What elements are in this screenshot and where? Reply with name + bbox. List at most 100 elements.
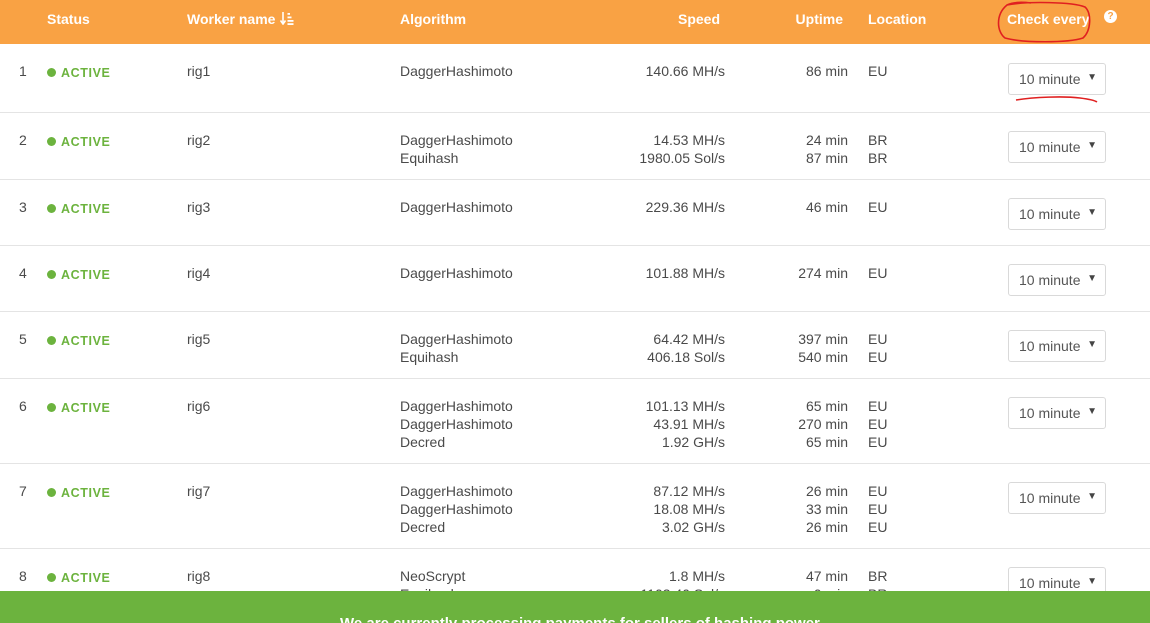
row-number: 1 bbox=[19, 63, 27, 79]
status-badge: ACTIVE bbox=[47, 332, 110, 350]
speed-value: 101.88 MH/s bbox=[645, 265, 725, 281]
location-value: EU bbox=[868, 398, 888, 414]
uptime-list: 397 min 540 min bbox=[798, 330, 848, 366]
algorithm-list: DaggerHashimoto bbox=[400, 264, 513, 282]
speed-list: 101.88 MH/s bbox=[646, 264, 725, 282]
location-value: EU bbox=[868, 331, 888, 347]
location-list: BR BR bbox=[868, 131, 887, 167]
check-interval-value: 10 minute bbox=[1019, 139, 1081, 155]
check-interval-value: 10 minute bbox=[1019, 575, 1081, 591]
uptime-value: 87 min bbox=[805, 150, 848, 166]
uptime-value: 274 min bbox=[798, 265, 848, 281]
algorithm-list: DaggerHashimoto Equihash bbox=[400, 131, 513, 167]
check-interval-value: 10 minute bbox=[1019, 272, 1081, 288]
header-status[interactable]: Status bbox=[47, 11, 90, 27]
worker-name: rig3 bbox=[187, 199, 211, 215]
location-list: EU bbox=[868, 264, 887, 282]
check-interval-select[interactable]: 10 minute ▼ bbox=[1008, 330, 1106, 362]
speed-list: 229.36 MH/s bbox=[646, 198, 725, 216]
location-list: EU EU EU bbox=[868, 397, 887, 451]
speed-value: 18.08 MH/s bbox=[653, 501, 725, 517]
location-list: EU bbox=[868, 62, 887, 80]
status-dot-icon bbox=[47, 573, 56, 582]
algorithm-list: DaggerHashimoto bbox=[400, 198, 513, 216]
check-interval-select[interactable]: 10 minute ▼ bbox=[1008, 482, 1106, 514]
algorithm-list: DaggerHashimoto DaggerHashimoto Decred bbox=[400, 482, 513, 536]
uptime-list: 46 min bbox=[806, 198, 848, 216]
algorithm: Decred bbox=[400, 434, 446, 450]
status-badge: ACTIVE bbox=[47, 569, 110, 587]
table-row: 3 ACTIVE rig3 DaggerHashimoto 229.36 MH/s 46 … bbox=[0, 180, 1150, 246]
check-interval-select[interactable]: 10 minute ▼ bbox=[1008, 63, 1106, 95]
status-label: ACTIVE bbox=[61, 401, 111, 415]
caret-down-icon: ▼ bbox=[1087, 339, 1097, 350]
worker-name: rig7 bbox=[187, 483, 211, 499]
header-check-every[interactable]: Check every bbox=[1007, 11, 1090, 27]
uptime-value: 65 min bbox=[805, 434, 848, 450]
algorithm: DaggerHashimoto bbox=[400, 331, 513, 347]
uptime-value: 86 min bbox=[805, 63, 848, 79]
uptime-value: 65 min bbox=[805, 398, 848, 414]
speed-value: 1.92 GH/s bbox=[661, 434, 725, 450]
algorithm: DaggerHashimoto bbox=[400, 416, 513, 432]
algorithm: Equihash bbox=[400, 349, 459, 365]
status-label: ACTIVE bbox=[61, 66, 111, 80]
caret-down-icon: ▼ bbox=[1087, 207, 1097, 218]
location-list: EU EU EU bbox=[868, 482, 887, 536]
row-number: 4 bbox=[19, 265, 27, 281]
speed-value: 1980.05 Sol/s bbox=[639, 150, 725, 166]
caret-down-icon: ▼ bbox=[1087, 576, 1097, 587]
worker-name: rig6 bbox=[187, 398, 211, 414]
status-dot-icon bbox=[47, 488, 56, 497]
check-interval-select[interactable]: 10 minute ▼ bbox=[1008, 198, 1106, 230]
caret-down-icon: ▼ bbox=[1087, 140, 1097, 151]
row-number: 6 bbox=[19, 398, 27, 414]
table-row: 2 ACTIVE rig2 DaggerHashimoto Equihash 14.53 … bbox=[0, 113, 1150, 180]
status-badge: ACTIVE bbox=[47, 133, 110, 151]
header-speed[interactable]: Speed bbox=[678, 11, 720, 27]
caret-down-icon: ▼ bbox=[1087, 406, 1097, 417]
location-value: BR bbox=[868, 568, 888, 584]
uptime-value: 24 min bbox=[805, 132, 848, 148]
table-row: 6 ACTIVE rig6 DaggerHashimoto DaggerHashimot… bbox=[0, 379, 1150, 464]
table-row: 4 ACTIVE rig4 DaggerHashimoto 101.88 MH/s 274… bbox=[0, 246, 1150, 312]
check-interval-value: 10 minute bbox=[1019, 338, 1081, 354]
header-worker-name[interactable]: Worker name bbox=[187, 11, 294, 27]
location-value: BR bbox=[868, 150, 888, 166]
status-dot-icon bbox=[47, 137, 56, 146]
algorithm: DaggerHashimoto bbox=[400, 501, 513, 517]
speed-list: 101.13 MH/s 43.91 MH/s 1.92 GH/s bbox=[646, 397, 725, 451]
status-label: ACTIVE bbox=[61, 135, 111, 149]
sort-descending-icon[interactable] bbox=[280, 12, 294, 25]
uptime-list: 26 min 33 min 26 min bbox=[806, 482, 848, 536]
status-label: ACTIVE bbox=[61, 268, 111, 282]
header-location[interactable]: Location bbox=[868, 11, 926, 27]
location-value: EU bbox=[868, 519, 888, 535]
speed-value: 406.18 Sol/s bbox=[647, 349, 725, 365]
uptime-value: 270 min bbox=[798, 416, 848, 432]
caret-down-icon: ▼ bbox=[1087, 72, 1097, 83]
worker-name: rig5 bbox=[187, 331, 211, 347]
check-interval-select[interactable]: 10 minute ▼ bbox=[1008, 131, 1106, 163]
location-value: EU bbox=[868, 416, 888, 432]
row-number: 2 bbox=[19, 132, 27, 148]
uptime-list: 274 min bbox=[798, 264, 848, 282]
speed-list: 87.12 MH/s 18.08 MH/s 3.02 GH/s bbox=[653, 482, 725, 536]
check-interval-value: 10 minute bbox=[1019, 490, 1081, 506]
help-icon[interactable]: ? bbox=[1104, 10, 1117, 23]
uptime-list: 86 min bbox=[806, 62, 848, 80]
algorithm-list: DaggerHashimoto DaggerHashimoto Decred bbox=[400, 397, 513, 451]
check-interval-select[interactable]: 10 minute ▼ bbox=[1008, 264, 1106, 296]
header-uptime[interactable]: Uptime bbox=[796, 11, 843, 27]
speed-list: 14.53 MH/s 1980.05 Sol/s bbox=[639, 131, 725, 167]
header-algorithm[interactable]: Algorithm bbox=[400, 11, 466, 27]
check-interval-select[interactable]: 10 minute ▼ bbox=[1008, 397, 1106, 429]
status-badge: ACTIVE bbox=[47, 266, 110, 284]
speed-value: 1.8 MH/s bbox=[668, 568, 725, 584]
check-interval-value: 10 minute bbox=[1019, 71, 1081, 87]
speed-list: 140.66 MH/s bbox=[646, 62, 725, 80]
uptime-value: 26 min bbox=[805, 483, 848, 499]
algorithm-list: DaggerHashimoto bbox=[400, 62, 513, 80]
location-value: EU bbox=[868, 265, 888, 281]
uptime-value: 540 min bbox=[798, 349, 848, 365]
